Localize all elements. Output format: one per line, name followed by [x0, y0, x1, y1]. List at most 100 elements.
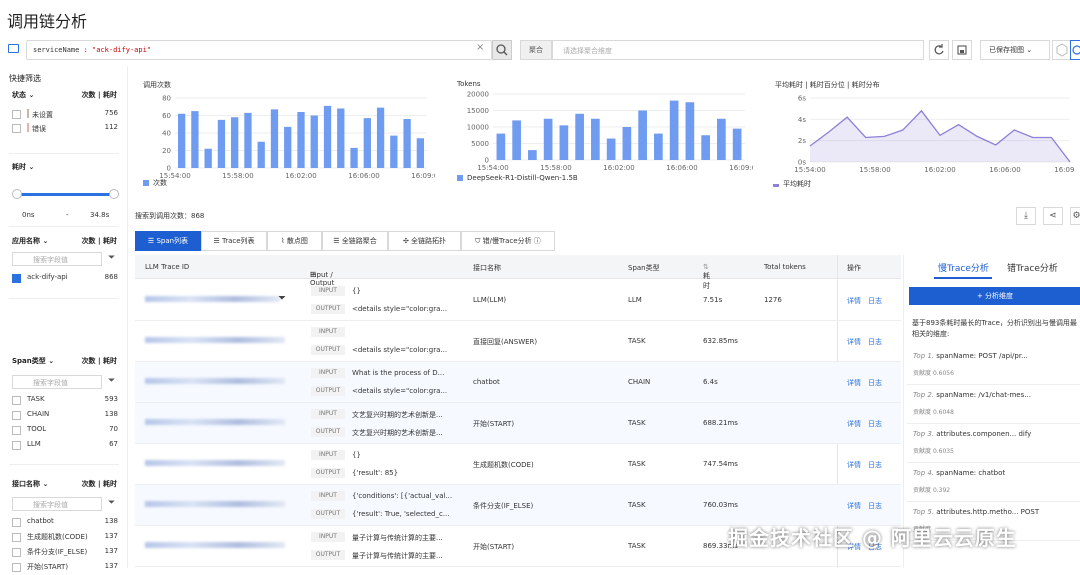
tab-slow-trace-analysis[interactable]: 慢Trace分析 [938, 261, 989, 274]
filter-icon[interactable]: ⏷ [108, 376, 118, 386]
checkbox[interactable] [12, 396, 21, 405]
tab-slow-trace[interactable]: ⛉ 错/慢Trace分析 ⓘ [461, 231, 555, 251]
dimension-card[interactable]: Top 3. attributes.componen... dify 贡献度 0… [907, 425, 1080, 463]
tab-aggregate[interactable]: ☰ 全链路聚合 [322, 231, 388, 251]
refresh-button[interactable] [929, 40, 949, 60]
log-link[interactable]: 日志 [868, 296, 882, 306]
trace-id-redacted[interactable] [145, 460, 285, 466]
interface-filter-header[interactable]: 接口名称 ⌄ 次数 | 耗时 [12, 479, 117, 489]
filter-icon[interactable]: ⏷ [108, 498, 118, 508]
aggregate-input[interactable]: 请选择聚合维度 [552, 40, 924, 60]
trace-id-redacted[interactable] [145, 501, 285, 507]
checkbox[interactable] [12, 274, 21, 283]
status-item-unset[interactable]: 未设置 756 [12, 108, 118, 122]
span-item[interactable]: LLM 67 [12, 439, 118, 453]
detail-link[interactable]: 详情 [847, 460, 861, 470]
dimension-card[interactable]: Top 4. spanName: chatbot 贡献度 0.392 [907, 464, 1080, 502]
checkbox[interactable] [12, 533, 21, 542]
trace-id-redacted[interactable] [145, 378, 285, 384]
app-filter-header[interactable]: 应用名称 ⌄ 次数 | 耗时 [12, 236, 117, 246]
filter-icon[interactable]: ⏷ [278, 293, 286, 304]
checkbox[interactable] [12, 110, 21, 119]
count-duration-toggle[interactable]: 次数 | 耗时 [82, 236, 117, 246]
log-link[interactable]: 日志 [868, 337, 882, 347]
checkbox[interactable] [12, 518, 21, 527]
table-row[interactable]: INPUT OUTPUT <details style="color:gra..… [135, 321, 901, 362]
log-link[interactable]: 日志 [868, 501, 882, 511]
log-link[interactable]: 日志 [868, 378, 882, 388]
tab-span-list[interactable]: ☰ Span列表 [135, 231, 201, 251]
save-button[interactable] [952, 40, 972, 60]
span-item[interactable]: TASK 593 [12, 394, 118, 408]
status-color-bar [27, 123, 29, 132]
interface-name: LLM(LLM) [473, 296, 507, 304]
status-filter-header[interactable]: 状态 ⌄ 次数 | 耗时 [12, 90, 117, 100]
detail-link[interactable]: 详情 [847, 419, 861, 429]
table-row[interactable]: INPUT OUTPUT 文艺复兴时期的艺术创新是... 文艺复兴时期的艺术创新… [135, 403, 901, 444]
slider-min-handle[interactable] [12, 189, 22, 199]
tab-scatter[interactable]: ⌇ 散点图 [267, 231, 322, 251]
dimension-card[interactable]: Top 1. spanName: POST /api/pr... 贡献度 0.6… [907, 347, 1080, 385]
add-dimension-button[interactable]: + 分析维度 [909, 287, 1080, 305]
saved-views-dropdown[interactable]: 已保存视图 ⌄ [980, 40, 1050, 60]
checkbox[interactable] [12, 124, 21, 133]
trace-id-redacted[interactable] [145, 542, 285, 548]
filter-icon[interactable]: ⏷ [108, 253, 118, 263]
table-row[interactable]: INPUT OUTPUT {} {'result': 85} 生成题机数(COD… [135, 444, 901, 485]
checkbox[interactable] [12, 426, 21, 435]
settings-button[interactable]: ⚙ [1070, 207, 1080, 225]
checkbox[interactable] [12, 411, 21, 420]
dimension-card[interactable]: Top 2. spanName: /v1/chat-mes... 贡献度 0.6… [907, 386, 1080, 424]
slider-max-handle[interactable] [109, 189, 119, 199]
detail-link[interactable]: 详情 [847, 337, 861, 347]
span-item[interactable]: CHAIN 138 [12, 409, 118, 423]
bar [701, 135, 710, 160]
iface-item[interactable]: chatbot 138 [12, 516, 118, 530]
table-row[interactable]: INPUT OUTPUT What is the process of D...… [135, 362, 901, 403]
search-button[interactable] [492, 40, 512, 60]
checkbox[interactable] [12, 441, 21, 450]
log-link[interactable]: 日志 [868, 419, 882, 429]
span-item[interactable]: TOOL 70 [12, 424, 118, 438]
col-duration[interactable]: 耗时 ⇅ [703, 263, 710, 290]
trace-id-redacted[interactable] [145, 337, 285, 343]
table-row[interactable]: INPUT OUTPUT {'conditions': [{'actual_va… [135, 485, 901, 526]
sort-icon[interactable]: ⇅ [703, 263, 709, 271]
detail-link[interactable]: 详情 [847, 501, 861, 511]
tab-error-trace-analysis[interactable]: 错Trace分析 [1007, 261, 1058, 274]
iface-search-input[interactable]: 搜索字段值 [12, 497, 102, 511]
latency-filter-header[interactable]: 耗时 ⌄ [12, 162, 117, 172]
status-item-error[interactable]: 错误 112 [12, 122, 118, 136]
table-row[interactable]: INPUT OUTPUT {} <details style="color:gr… [135, 280, 901, 321]
clear-icon[interactable]: × [476, 42, 484, 53]
iface-item[interactable]: 生成题机数(CODE) 137 [12, 531, 118, 545]
app-item[interactable]: ack-dify-api 868 [12, 272, 118, 286]
iface-item[interactable]: 开始(START) 137 [12, 561, 118, 575]
log-link[interactable]: 日志 [868, 460, 882, 470]
list-icon[interactable]: ☰ [310, 271, 316, 279]
latency-chart-title[interactable]: 平均耗时 | 耗时百分位 | 耗时分布 [775, 80, 880, 90]
download-button[interactable]: ⤓ [1016, 207, 1036, 225]
tab-trace-list[interactable]: ☰ Trace列表 [201, 231, 267, 251]
share-button[interactable]: ⋖ [1043, 207, 1063, 225]
tab-topology[interactable]: ✣ 全链路拓扑 [388, 231, 461, 251]
detail-link[interactable]: 详情 [847, 296, 861, 306]
duration: 632.85ms [703, 337, 738, 345]
detail-link[interactable]: 详情 [847, 378, 861, 388]
cube-button[interactable] [1052, 40, 1072, 60]
trace-id-redacted[interactable] [145, 419, 285, 425]
checkbox[interactable] [12, 548, 21, 557]
count-duration-toggle[interactable]: 次数 | 耗时 [82, 356, 117, 366]
latency-slider-track[interactable] [16, 193, 114, 196]
span-type-filter-header[interactable]: Span类型 ⌄ 次数 | 耗时 [12, 356, 117, 366]
monitor-icon[interactable] [8, 44, 19, 53]
span-search-input[interactable]: 搜索字段值 [12, 375, 102, 389]
count-duration-toggle[interactable]: 次数 | 耗时 [82, 479, 117, 489]
legend-label: 平均耗时 [783, 180, 811, 188]
search-input[interactable]: serviceName : "ack-dify-api" [26, 40, 492, 60]
settings-button[interactable] [1070, 40, 1080, 60]
count-duration-toggle[interactable]: 次数 | 耗时 [82, 90, 117, 100]
iface-item[interactable]: 条件分支(IF_ELSE) 137 [12, 546, 118, 560]
app-search-input[interactable]: 搜索字段值 [12, 252, 102, 266]
trace-id-redacted[interactable] [145, 296, 280, 302]
